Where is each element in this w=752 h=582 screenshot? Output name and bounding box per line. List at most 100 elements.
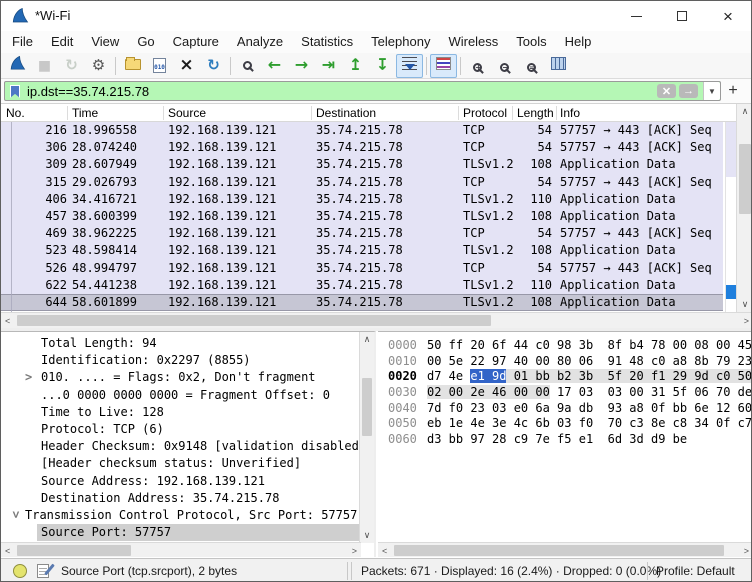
packet-row[interactable]: 21618.996558192.168.139.12135.74.215.78T… [1,122,723,139]
vscroll-thumb[interactable] [362,378,372,436]
packet-row[interactable]: 30628.074240192.168.139.12135.74.215.78T… [1,139,723,156]
packet-list-vscrollbar[interactable]: ∧ ∨ [736,104,752,312]
menu-analyze[interactable]: Analyze [228,31,292,53]
menu-capture[interactable]: Capture [164,31,228,53]
minimize-button[interactable] [613,1,659,31]
filter-add-button[interactable]: + [723,81,743,101]
zoom-out-button[interactable]: − [491,54,518,78]
detail-line[interactable]: Destination Address: 35.74.215.78 [1,490,359,507]
menu-go[interactable]: Go [128,31,163,53]
column-header-length[interactable]: Length [517,106,554,120]
details-hscrollbar[interactable]: < > [1,542,361,557]
collapse-arrow-icon[interactable]: > [7,511,24,523]
hex-hscrollbar[interactable]: < > [378,542,752,557]
detail-line[interactable]: Total Length: 94 [1,335,359,352]
packet-row[interactable]: 40634.416721192.168.139.12135.74.215.78T… [1,191,723,208]
close-button[interactable]: × [705,1,751,31]
column-header-no[interactable]: No. [6,106,25,120]
go-last-packet-button[interactable]: ↧ [369,54,396,78]
scroll-left-icon[interactable]: < [382,547,387,556]
menu-tools[interactable]: Tools [507,31,555,53]
column-header-source[interactable]: Source [168,106,206,120]
filter-bookmark-icon[interactable] [10,85,20,98]
expert-info-icon[interactable] [13,564,27,578]
menu-telephony[interactable]: Telephony [362,31,439,53]
hex-line[interactable]: 000050 ff 20 6f 44 c0 98 3b 8f b4 78 00 … [378,338,752,354]
scroll-left-icon[interactable]: < [5,317,10,326]
packet-row[interactable]: 30928.607949192.168.139.12135.74.215.78T… [1,156,723,173]
menu-file[interactable]: File [3,31,42,53]
capture-comment-icon[interactable] [37,564,49,578]
scroll-up-icon[interactable]: ∧ [360,335,374,344]
hex-line[interactable]: 0050eb 1e 4e 3e 4c 6b 03 f0 70 c3 8e c8 … [378,416,752,432]
filter-clear-button[interactable]: ✕ [657,84,676,98]
go-forward-button[interactable]: → [288,54,315,78]
hscroll-thumb[interactable] [17,315,491,326]
scroll-right-icon[interactable]: > [352,547,357,556]
go-first-packet-button[interactable]: ↥ [342,54,369,78]
stop-capture-button[interactable]: ■ [31,54,58,78]
packet-row[interactable]: 31529.026793192.168.139.12135.74.215.78T… [1,174,723,191]
colorize-packets-button[interactable] [430,54,457,78]
column-header-time[interactable]: Time [72,106,98,120]
column-header-info[interactable]: Info [560,106,580,120]
column-divider[interactable] [556,106,557,120]
scroll-right-icon[interactable]: > [744,317,749,326]
capture-options-button[interactable]: ⚙ [85,54,112,78]
save-file-button[interactable]: 010 [146,54,173,78]
vscroll-thumb[interactable] [739,144,751,214]
find-packet-button[interactable] [234,54,261,78]
scroll-right-icon[interactable]: > [744,547,749,556]
auto-scroll-button[interactable] [396,54,423,78]
menu-help[interactable]: Help [556,31,601,53]
packet-row[interactable]: 52648.994797192.168.139.12135.74.215.78T… [1,260,723,277]
packet-row[interactable]: 64458.601899192.168.139.12135.74.215.78T… [1,294,723,311]
menu-statistics[interactable]: Statistics [292,31,362,53]
go-back-button[interactable]: ← [261,54,288,78]
zoom-reset-button[interactable]: = [518,54,545,78]
detail-line[interactable]: >Transmission Control Protocol, Src Port… [1,507,359,524]
packet-row[interactable]: 52348.598414192.168.139.12135.74.215.78T… [1,242,723,259]
detail-line[interactable]: Source Port: 57757 [1,524,359,541]
column-divider[interactable] [67,106,68,120]
resize-columns-button[interactable] [545,54,572,78]
start-capture-button[interactable] [4,54,31,78]
filter-history-dropdown[interactable]: ▼ [703,82,720,100]
zoom-in-button[interactable]: + [464,54,491,78]
hex-line[interactable]: 00407d f0 23 03 e0 6a 9a db 93 a8 0f bb … [378,401,752,417]
column-header-protocol[interactable]: Protocol [463,106,507,120]
detail-line[interactable]: Identification: 0x2297 (8855) [1,352,359,369]
column-divider[interactable] [458,106,459,120]
display-filter-input[interactable]: ip.dst==35.74.215.78 ✕ → ▼ [4,81,721,101]
detail-line[interactable]: Source Address: 192.168.139.121 [1,473,359,490]
detail-line[interactable]: ...0 0000 0000 0000 = Fragment Offset: 0 [1,387,359,404]
restart-capture-button[interactable]: ↻ [58,54,85,78]
hex-line[interactable]: 003002 00 2e 46 00 00 17 03 03 00 31 5f … [378,385,752,401]
menu-wireless[interactable]: Wireless [439,31,507,53]
maximize-button[interactable] [659,1,705,31]
open-file-button[interactable] [119,54,146,78]
details-vscrollbar[interactable]: ∧ ∨ [359,332,374,543]
hscroll-thumb[interactable] [394,545,724,556]
scroll-up-icon[interactable]: ∧ [737,107,752,116]
column-header-destination[interactable]: Destination [316,106,376,120]
profile-status[interactable]: Profile: Default [656,564,735,578]
column-divider[interactable] [512,106,513,120]
hex-line[interactable]: 0060d3 bb 97 28 c9 7e f5 e1 6d 3d d9 be [378,432,752,448]
hex-line[interactable]: 0020d7 4e e1 9d 01 bb b2 3b 5f 20 f1 29 … [378,369,752,385]
hscroll-thumb[interactable] [17,545,131,556]
detail-line[interactable]: >010. .... = Flags: 0x2, Don't fragment [1,369,359,386]
detail-line[interactable]: [Header checksum status: Unverified] [1,455,359,472]
scroll-down-icon[interactable]: ∨ [737,300,752,309]
scroll-down-icon[interactable]: ∨ [360,531,374,540]
filter-apply-button[interactable]: → [679,84,698,98]
detail-line[interactable]: Header Checksum: 0x9148 [validation disa… [1,438,359,455]
column-divider[interactable] [163,106,164,120]
reload-file-button[interactable]: ↻ [200,54,227,78]
packet-row[interactable]: 46938.962225192.168.139.12135.74.215.78T… [1,225,723,242]
detail-line[interactable]: Protocol: TCP (6) [1,421,359,438]
menu-edit[interactable]: Edit [42,31,82,53]
go-to-packet-button[interactable]: ⇥ [315,54,342,78]
column-divider[interactable] [311,106,312,120]
packet-row[interactable]: 45738.600399192.168.139.12135.74.215.78T… [1,208,723,225]
